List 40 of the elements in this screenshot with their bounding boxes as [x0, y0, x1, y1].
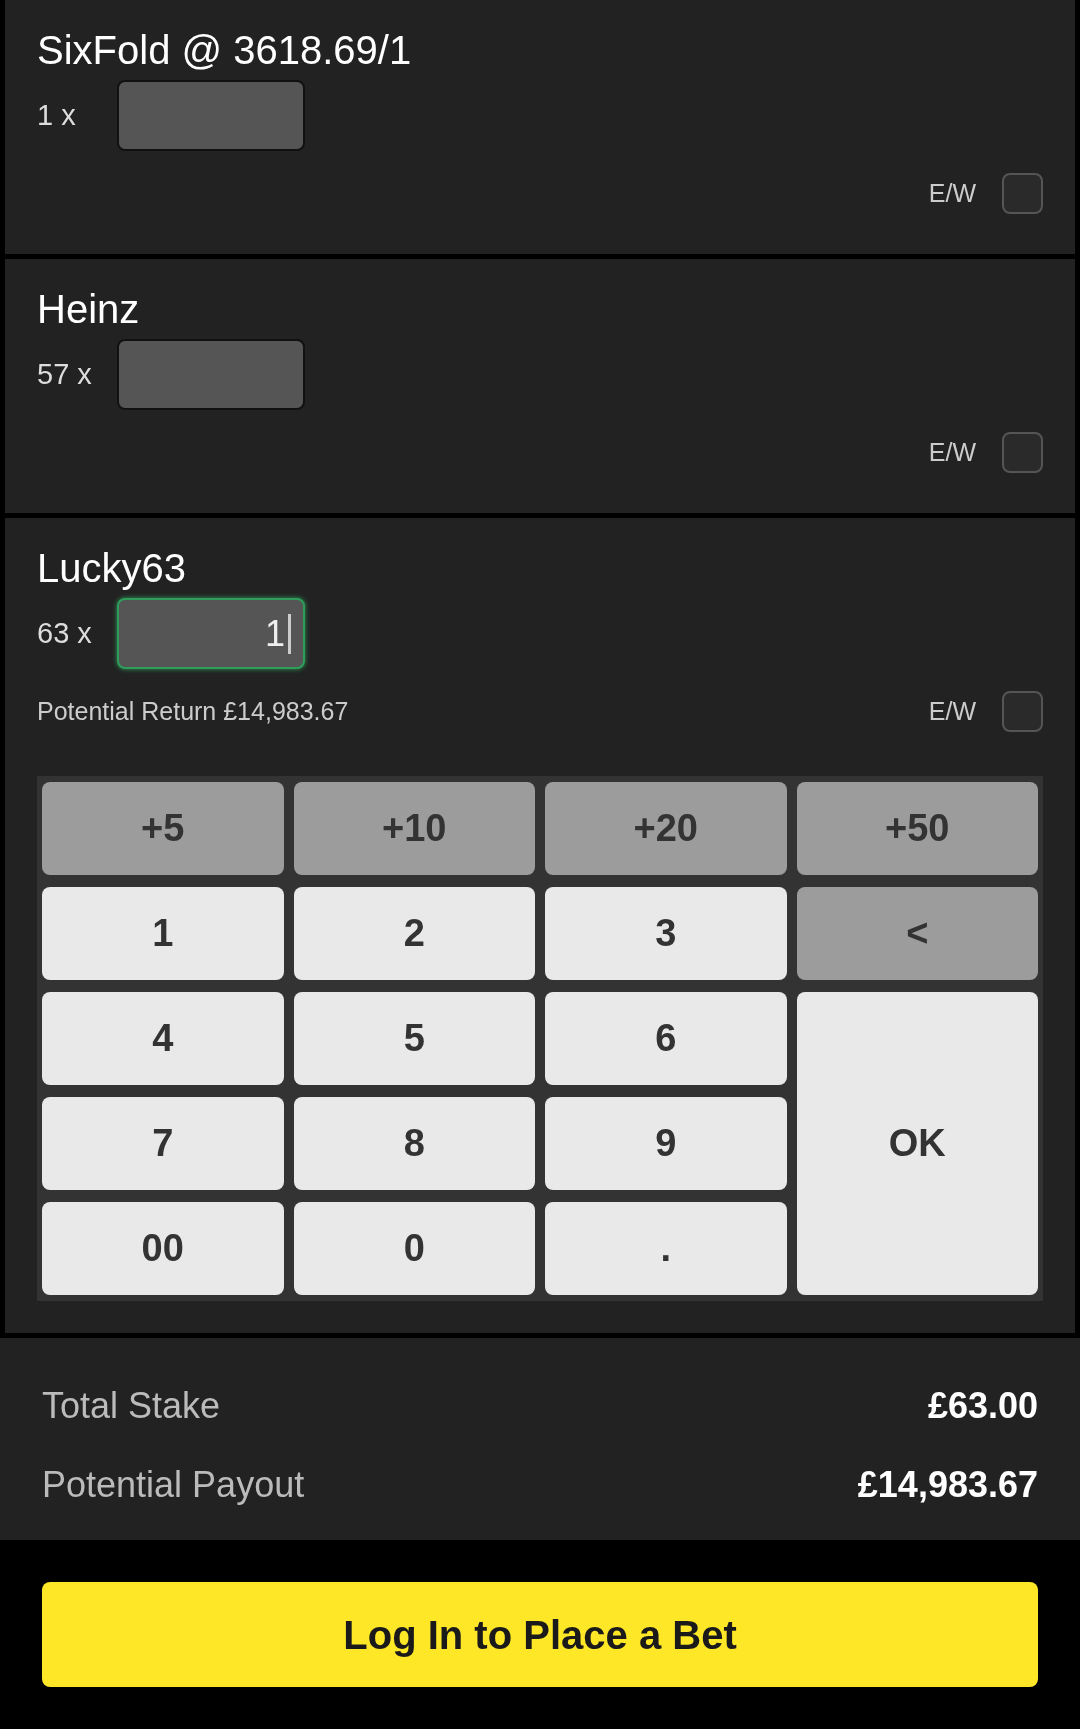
keypad-key[interactable]: 4 [42, 992, 284, 1085]
keypad-key[interactable]: 3 [545, 887, 787, 980]
summary-label: Potential Payout [42, 1462, 305, 1507]
multiplier-label: 63 x [37, 615, 93, 651]
each-way-label: E/W [928, 177, 976, 209]
keypad-key[interactable]: 0 [293, 1202, 535, 1295]
keypad-key[interactable]: < [796, 887, 1038, 980]
keypad-key[interactable]: 9 [545, 1097, 787, 1190]
summary-label: Total Stake [42, 1383, 221, 1428]
multiplier-label: 1 x [37, 97, 77, 133]
each-way-checkbox[interactable] [1002, 691, 1043, 732]
keypad-key[interactable]: +5 [42, 782, 284, 875]
each-way-checkbox[interactable] [1002, 173, 1043, 214]
keypad-key[interactable]: +50 [796, 782, 1038, 875]
keypad-key[interactable]: 8 [293, 1097, 535, 1190]
keypad-key[interactable]: 6 [545, 992, 787, 1085]
keypad-key[interactable]: 7 [42, 1097, 284, 1190]
keypad-key[interactable]: OK [796, 992, 1038, 1295]
keypad-key[interactable]: 5 [293, 992, 535, 1085]
bet-title: SixFold @ 3618.69/1 [37, 27, 413, 74]
each-way-checkbox[interactable] [1002, 432, 1043, 473]
text-cursor [288, 613, 291, 654]
bet-title: Lucky63 [37, 545, 187, 592]
stake-field[interactable] [117, 80, 305, 151]
keypad-key[interactable]: +10 [293, 782, 535, 875]
multiplier-label: 57 x [37, 356, 93, 392]
keypad-key[interactable]: 00 [42, 1202, 284, 1295]
login-button[interactable]: Log In to Place a Bet [42, 1582, 1038, 1687]
keypad-key[interactable]: 1 [42, 887, 284, 980]
keypad-key[interactable]: . [545, 1202, 787, 1295]
potential-return: Potential Return £14,983.67 [37, 695, 349, 727]
keypad-key[interactable]: 2 [293, 887, 535, 980]
each-way-label: E/W [928, 695, 976, 727]
stake-field[interactable]: 1 [117, 598, 305, 669]
bet-title: Heinz [37, 286, 141, 333]
summary-value: £14,983.67 [857, 1462, 1038, 1507]
keypad-key[interactable]: +20 [545, 782, 787, 875]
each-way-label: E/W [928, 436, 976, 468]
stake-field[interactable] [117, 339, 305, 410]
summary-value: £63.00 [927, 1383, 1038, 1428]
